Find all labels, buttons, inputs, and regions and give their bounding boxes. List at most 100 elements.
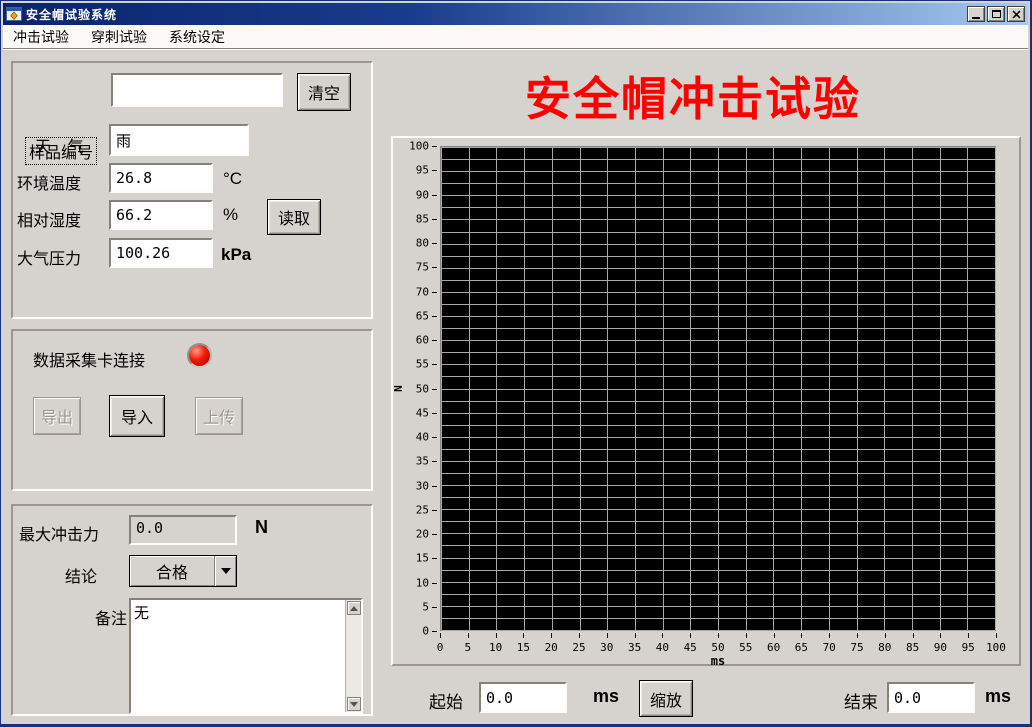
- y-tick-label: 35: [416, 455, 429, 468]
- weather-input[interactable]: [109, 124, 249, 156]
- sample-info-panel: 样品编号 清空 天 气 环境温度 °C 相对湿度 % 读取 大气压力 kPa: [11, 61, 373, 319]
- x-tick-mark: [857, 633, 858, 638]
- close-icon: [1012, 10, 1021, 19]
- vertical-gridline: [995, 147, 996, 630]
- menu-bar: 冲击试验 穿刺试验 系统设定: [3, 25, 1028, 48]
- y-tick-mark: [432, 534, 437, 535]
- y-tick-label: 50: [416, 382, 429, 395]
- x-tick-label: 60: [767, 641, 780, 654]
- remark-label: 备注: [95, 605, 127, 629]
- humidity-unit: %: [223, 205, 238, 225]
- pressure-input[interactable]: [109, 238, 213, 268]
- horizontal-gridline: [441, 594, 995, 595]
- horizontal-gridline: [441, 449, 995, 450]
- title-bar[interactable]: 安全帽试验系统: [3, 3, 1028, 25]
- import-button[interactable]: 导入: [109, 395, 165, 437]
- x-tick-label: 35: [628, 641, 641, 654]
- app-icon: [6, 6, 22, 22]
- x-tick-label: 80: [878, 641, 891, 654]
- x-tick-label: 45: [684, 641, 697, 654]
- temp-label: 环境温度: [17, 170, 81, 194]
- result-panel: 最大冲击力 0.0 N 结论 合格 备注 无: [11, 504, 373, 716]
- x-tick-mark: [607, 633, 608, 638]
- x-tick-label: 75: [850, 641, 863, 654]
- export-button[interactable]: 导出: [33, 397, 81, 435]
- x-tick-mark: [635, 633, 636, 638]
- scroll-up-icon[interactable]: [347, 601, 361, 615]
- horizontal-gridline: [441, 304, 995, 305]
- y-tick-mark: [432, 267, 437, 268]
- remark-text: 无: [134, 602, 343, 710]
- x-tick-label: 40: [656, 641, 669, 654]
- y-tick-mark: [432, 413, 437, 414]
- y-tick-mark: [432, 243, 437, 244]
- daq-panel: 数据采集卡连接 导出 导入 上传: [11, 329, 373, 491]
- menu-puncture-test[interactable]: 穿刺试验: [87, 25, 151, 49]
- y-tick-label: 95: [416, 164, 429, 177]
- y-tick-mark: [432, 486, 437, 487]
- horizontal-gridline: [441, 425, 995, 426]
- y-tick-label: 15: [416, 552, 429, 565]
- conclusion-select[interactable]: 合格: [129, 555, 237, 587]
- y-tick-mark: [432, 170, 437, 171]
- menu-impact-test[interactable]: 冲击试验: [9, 25, 73, 49]
- humidity-input[interactable]: [109, 200, 213, 230]
- end-input[interactable]: [887, 682, 975, 713]
- horizontal-gridline: [441, 159, 995, 160]
- x-tick-mark: [468, 633, 469, 638]
- zoom-button[interactable]: 缩放: [639, 680, 693, 717]
- daq-connection-label: 数据采集卡连接: [33, 347, 145, 371]
- horizontal-gridline: [441, 582, 995, 583]
- page-title: 安全帽冲击试验: [373, 63, 1013, 115]
- x-tick-label: 0: [437, 641, 444, 654]
- x-tick-mark: [746, 633, 747, 638]
- x-tick-label: 85: [906, 641, 919, 654]
- horizontal-gridline: [441, 437, 995, 438]
- max-force-label: 最大冲击力: [19, 521, 99, 545]
- y-tick-label: 60: [416, 334, 429, 347]
- y-tick-label: 80: [416, 237, 429, 250]
- start-input[interactable]: [479, 682, 567, 713]
- menu-divider: [3, 48, 1028, 50]
- y-tick-mark: [432, 195, 437, 196]
- x-tick-mark: [718, 633, 719, 638]
- horizontal-gridline: [441, 244, 995, 245]
- y-tick-label: 10: [416, 576, 429, 589]
- x-tick-mark: [774, 633, 775, 638]
- horizontal-gridline: [441, 352, 995, 353]
- clear-button[interactable]: 清空: [297, 73, 351, 111]
- menu-system-settings[interactable]: 系统设定: [165, 25, 229, 49]
- x-tick-label: 30: [600, 641, 613, 654]
- x-tick-label: 100: [986, 641, 1006, 654]
- x-tick-mark: [662, 633, 663, 638]
- y-tick-label: 40: [416, 431, 429, 444]
- y-tick-label: 70: [416, 285, 429, 298]
- read-button[interactable]: 读取: [267, 199, 321, 235]
- remark-scrollbar[interactable]: [345, 600, 361, 712]
- weather-label: 天 气: [35, 133, 89, 157]
- maximize-button[interactable]: [987, 6, 1005, 22]
- y-tick-label: 25: [416, 503, 429, 516]
- sample-no-input[interactable]: [111, 73, 283, 107]
- upload-button[interactable]: 上传: [195, 397, 243, 435]
- horizontal-gridline: [441, 630, 995, 631]
- close-button[interactable]: [1007, 6, 1025, 22]
- horizontal-gridline: [441, 485, 995, 486]
- temp-unit: °C: [223, 169, 242, 189]
- scroll-down-icon[interactable]: [347, 697, 361, 711]
- y-tick-mark: [432, 607, 437, 608]
- y-tick-label: 55: [416, 358, 429, 371]
- remark-textarea[interactable]: 无: [129, 598, 363, 714]
- minimize-button[interactable]: [967, 6, 985, 22]
- horizontal-gridline: [441, 389, 995, 390]
- horizontal-gridline: [441, 461, 995, 462]
- x-tick-mark: [829, 633, 830, 638]
- temp-input[interactable]: [109, 163, 213, 193]
- chevron-down-icon[interactable]: [214, 556, 236, 586]
- horizontal-gridline: [441, 280, 995, 281]
- conclusion-value: 合格: [130, 559, 214, 583]
- y-tick-label: 20: [416, 528, 429, 541]
- y-tick-mark: [432, 437, 437, 438]
- x-tick-mark: [690, 633, 691, 638]
- x-tick-label: 55: [739, 641, 752, 654]
